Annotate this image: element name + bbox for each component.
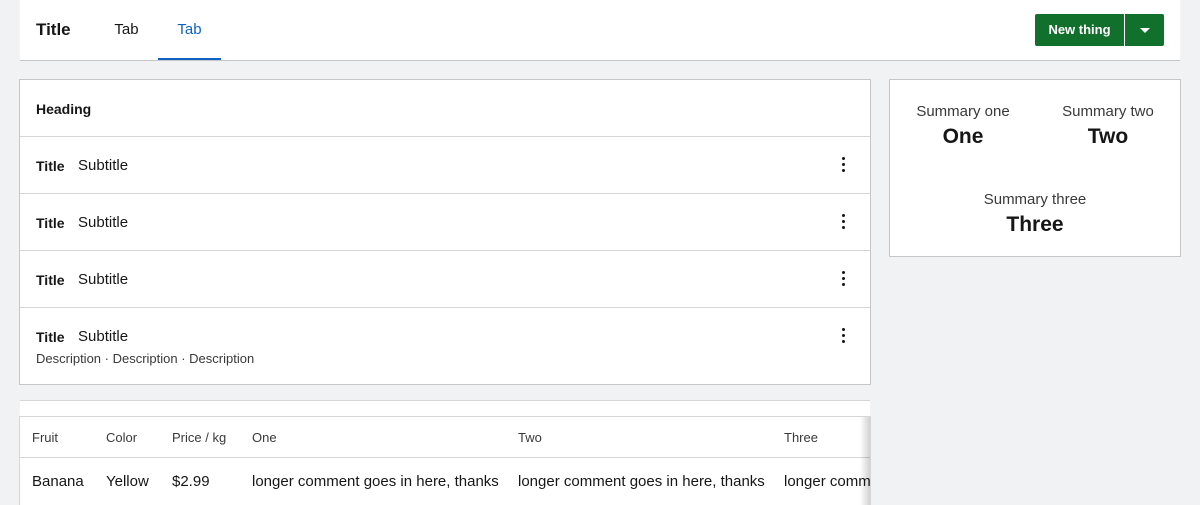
column-header-three[interactable]: Three [784,430,818,445]
summary-one-value: One [942,125,984,148]
table-cell: longer comm [784,473,871,490]
list-card: Heading Title Subtitle Title Subtitle Ti… [19,79,871,385]
table-cell: longer comment goes in here, thanks [518,473,765,490]
summary-one-label: Summary one [916,103,1010,120]
page-title: Title [36,20,71,39]
column-header-price[interactable]: Price / kg [172,430,226,445]
summary-three-value: Three [1006,213,1064,236]
kebab-menu-icon[interactable] [839,271,847,289]
summary-two-label: Summary two [1062,103,1154,120]
column-header-one[interactable]: One [252,430,277,445]
column-header-two[interactable]: Two [518,430,542,445]
table-cell: $2.99 [172,473,210,490]
list-item-subtitle: Subtitle [78,214,129,231]
kebab-menu-icon[interactable] [839,157,847,175]
list-item-subtitle: Subtitle [78,271,129,288]
table-cell: Yellow [106,473,149,490]
table-cell: Banana [32,473,84,490]
summary-three-label: Summary three [983,191,1087,208]
list-item-title: Title [36,215,65,231]
section-divider [20,400,870,417]
new-thing-button[interactable]: New thing [1035,14,1124,46]
list-item-subtitle: Subtitle [78,157,129,174]
list-item: Title Subtitle [20,251,870,308]
summary-card: Summary one One Summary two Two Summary … [889,79,1181,257]
card-heading: Heading [20,80,870,137]
column-header-color[interactable]: Color [106,430,137,445]
tab-1[interactable]: Tab [94,0,159,60]
page-header: Title Tab Tab New thing [20,0,1180,61]
column-header-fruit[interactable]: Fruit [32,430,58,445]
new-thing-dropdown-button[interactable] [1125,14,1164,46]
kebab-menu-icon[interactable] [839,328,847,346]
caret-down-icon [1140,28,1150,33]
list-item: Title Subtitle [20,137,870,194]
new-thing-button-group: New thing [1035,14,1164,46]
list-item: Title Subtitle [20,194,870,251]
table-header-divider [20,457,870,458]
tab-2-active[interactable]: Tab [158,0,221,60]
kebab-menu-icon[interactable] [839,214,847,232]
list-item: Title Subtitle Description · Description… [20,308,870,385]
list-item-subtitle: Subtitle [78,328,129,345]
list-item-description: Description · Description · Description [36,351,255,366]
list-item-title: Title [36,329,65,345]
scroll-shadow [860,417,870,505]
table-cell: longer comment goes in here, thanks [252,473,499,490]
list-item-title: Title [36,158,65,174]
summary-two-value: Two [1087,125,1129,148]
data-table[interactable]: Fruit Color Price / kg One Two Three Ban… [19,416,871,505]
list-item-title: Title [36,272,65,288]
